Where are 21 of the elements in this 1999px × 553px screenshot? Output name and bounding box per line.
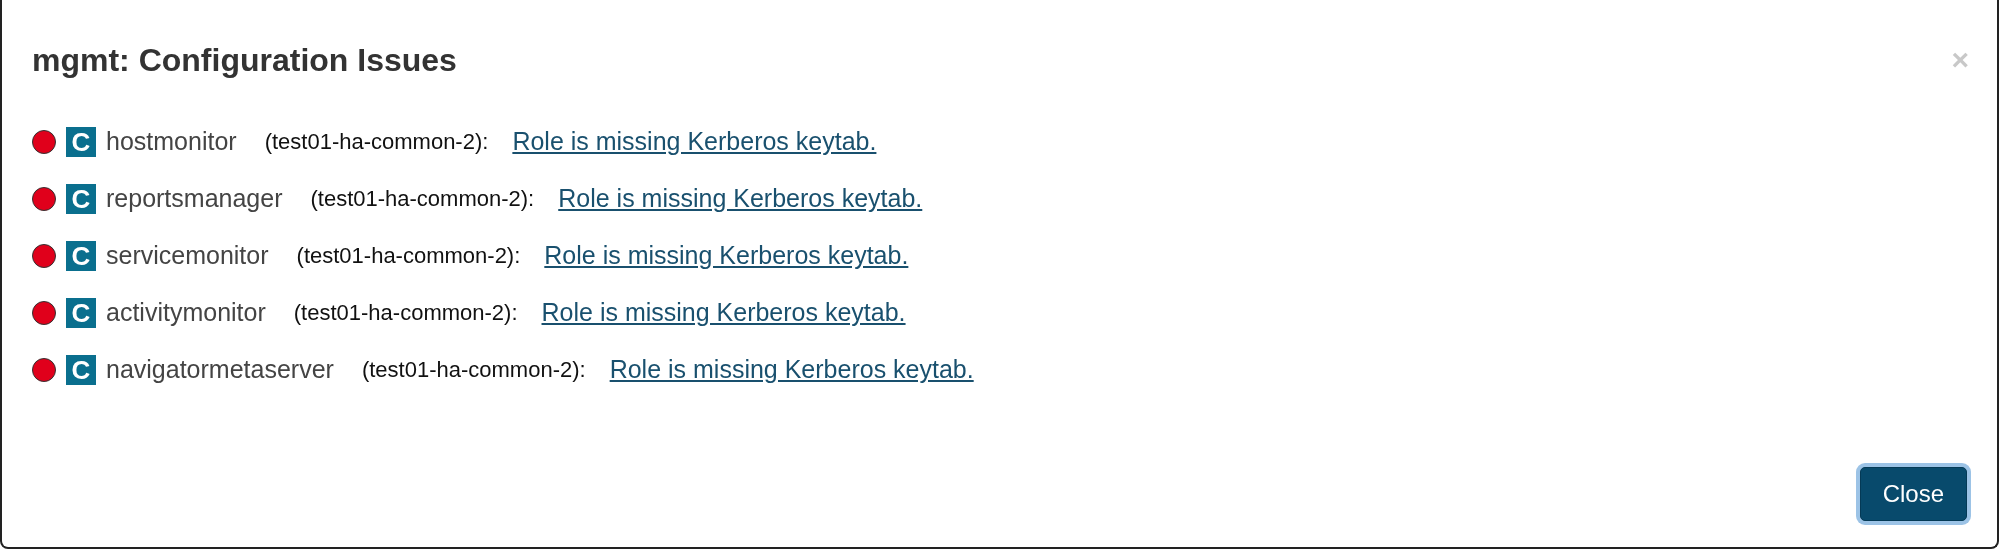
host-name: (test01-ha-common-2): bbox=[293, 299, 518, 326]
issue-link[interactable]: Role is missing Kerberos keytab. bbox=[609, 355, 974, 384]
role-name: activitymonitor bbox=[106, 298, 266, 327]
issue-link[interactable]: Role is missing Kerberos keytab. bbox=[512, 127, 877, 156]
role-type-badge: C bbox=[66, 297, 96, 328]
role-name: servicemonitor bbox=[106, 241, 269, 270]
role-type-badge: C bbox=[66, 240, 96, 271]
dialog-title: mgmt: Configuration Issues bbox=[32, 41, 457, 79]
role-name: navigatormetaserver bbox=[106, 355, 334, 384]
host-name: (test01-ha-common-2): bbox=[310, 185, 535, 212]
issue-link[interactable]: Role is missing Kerberos keytab. bbox=[541, 298, 906, 327]
role-type-badge: C bbox=[66, 354, 96, 385]
role-type-badge: C bbox=[66, 126, 96, 157]
role-name: reportsmanager bbox=[106, 184, 283, 213]
host-name: (test01-ha-common-2): bbox=[296, 242, 521, 269]
issue-link[interactable]: Role is missing Kerberos keytab. bbox=[558, 184, 923, 213]
host-name: (test01-ha-common-2): bbox=[264, 128, 489, 155]
role-type-badge: C bbox=[66, 183, 96, 214]
host-name: (test01-ha-common-2): bbox=[361, 356, 586, 383]
role-name: hostmonitor bbox=[106, 127, 237, 156]
issue-link[interactable]: Role is missing Kerberos keytab. bbox=[544, 241, 909, 270]
